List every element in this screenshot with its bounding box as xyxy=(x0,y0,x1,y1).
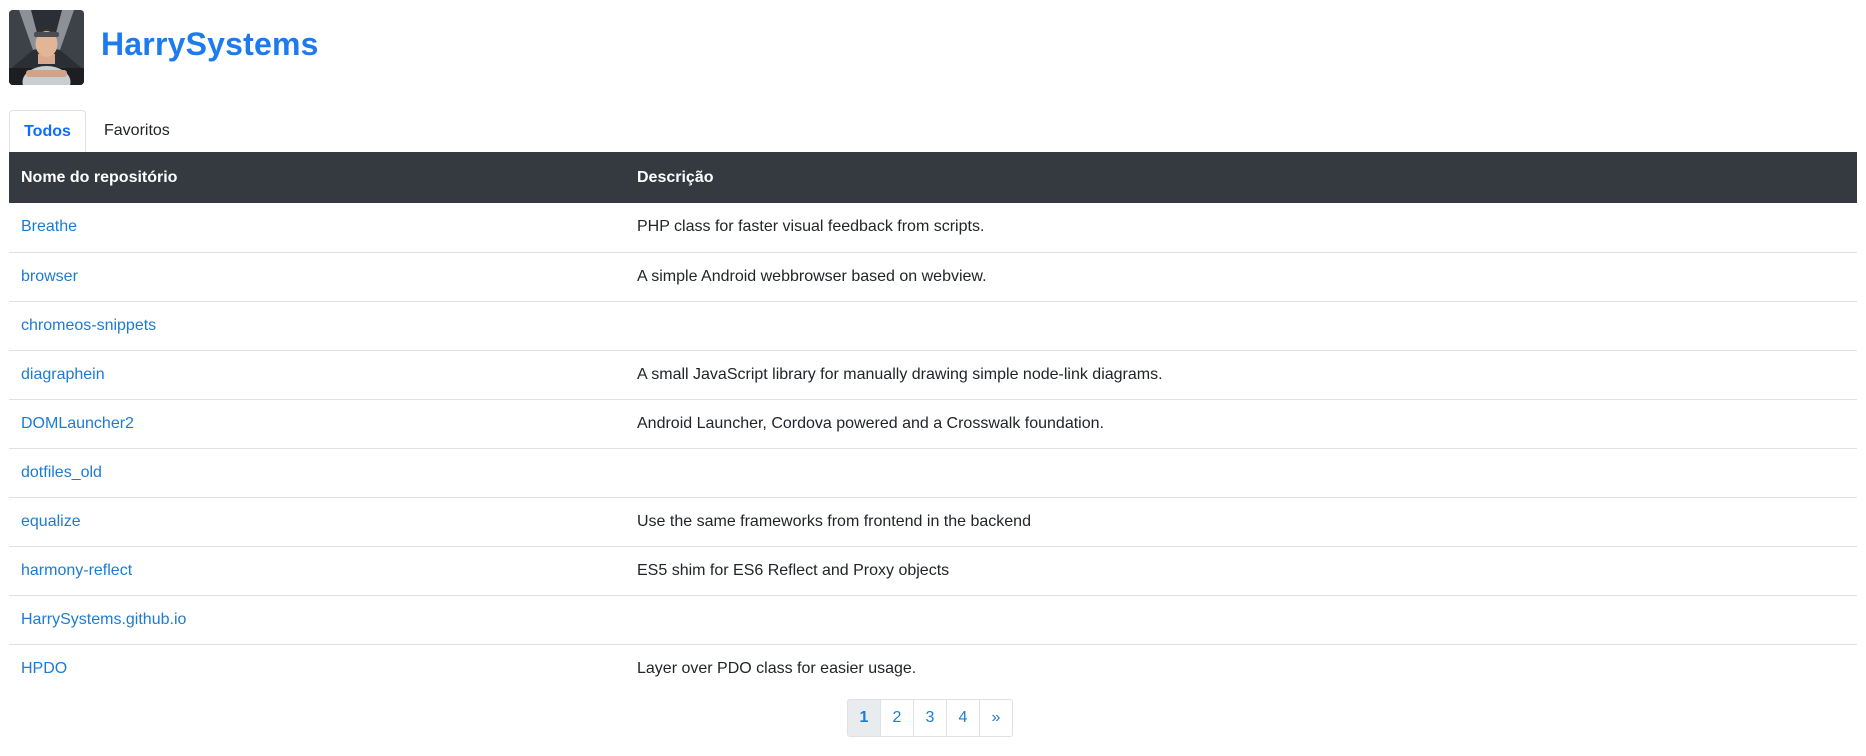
column-header-description: Descrição xyxy=(625,152,1857,203)
page-button-4[interactable]: 4 xyxy=(946,699,980,737)
table-row: DOMLauncher2 Android Launcher, Cordova p… xyxy=(9,399,1857,449)
table-row: diagraphein A small JavaScript library f… xyxy=(9,350,1857,400)
repo-link[interactable]: HPDO xyxy=(21,660,67,677)
table-row: browser A simple Android webbrowser base… xyxy=(9,252,1857,302)
column-header-name: Nome do repositório xyxy=(9,152,625,203)
repo-link[interactable]: DOMLauncher2 xyxy=(21,415,134,432)
table-row: equalize Use the same frameworks from fr… xyxy=(9,497,1857,547)
table-row: chromeos-snippets xyxy=(9,301,1857,351)
repo-description: Layer over PDO class for easier usage. xyxy=(637,659,917,677)
repo-link[interactable]: Breathe xyxy=(21,218,77,235)
repo-link[interactable]: chromeos-snippets xyxy=(21,317,156,334)
tab-bar: Todos Favoritos xyxy=(9,110,1856,152)
repo-description: PHP class for faster visual feedback fro… xyxy=(625,203,1857,253)
repo-description: Use the same frameworks from frontend in… xyxy=(625,497,1857,547)
page-button-1[interactable]: 1 xyxy=(847,699,881,737)
avatar-image xyxy=(9,9,84,85)
repo-link[interactable]: diagraphein xyxy=(21,366,105,383)
table-row: Breathe PHP class for faster visual feed… xyxy=(9,203,1857,253)
next-page-button[interactable]: » xyxy=(979,699,1013,737)
repo-description: Android Launcher, Cordova powered and a … xyxy=(625,399,1857,449)
tab-todos[interactable]: Todos xyxy=(9,110,86,152)
header: HarrySystems xyxy=(9,9,1856,85)
table-row: harmony-reflect ES5 shim for ES6 Reflect… xyxy=(9,546,1857,596)
repo-link[interactable]: dotfiles_old xyxy=(21,464,102,481)
repo-link[interactable]: HarrySystems.github.io xyxy=(21,611,186,628)
repo-description: ES5 shim for ES6 Reflect and Proxy objec… xyxy=(625,546,1857,596)
table-header-row: Nome do repositório Descrição xyxy=(9,152,1857,203)
repositories-table: Nome do repositório Descrição Breathe PH… xyxy=(9,152,1857,693)
repo-link[interactable]: browser xyxy=(21,268,78,285)
page-button-2[interactable]: 2 xyxy=(880,699,914,737)
page-button-3[interactable]: 3 xyxy=(913,699,947,737)
repo-description xyxy=(625,595,1857,645)
table-row: dotfiles_old xyxy=(9,448,1857,498)
page: HarrySystems Todos Favoritos Nome do rep… xyxy=(0,0,1866,756)
pagination: 1 2 3 4 » xyxy=(847,699,1013,737)
avatar[interactable] xyxy=(9,9,84,85)
repo-description: A simple Android webbrowser based on web… xyxy=(625,252,1857,302)
tab-favoritos[interactable]: Favoritos xyxy=(86,110,188,152)
brand-title[interactable]: HarrySystems xyxy=(101,26,319,63)
repo-description: A small JavaScript library for manually … xyxy=(625,350,1857,400)
repo-link[interactable]: harmony-reflect xyxy=(21,562,132,579)
repo-link[interactable]: equalize xyxy=(21,513,81,530)
table-row: HarrySystems.github.io xyxy=(9,595,1857,645)
table-row: HPDO Layer over PDO class for easier usa… xyxy=(9,644,1857,693)
repo-description xyxy=(625,448,1857,498)
repo-description xyxy=(625,301,1857,351)
